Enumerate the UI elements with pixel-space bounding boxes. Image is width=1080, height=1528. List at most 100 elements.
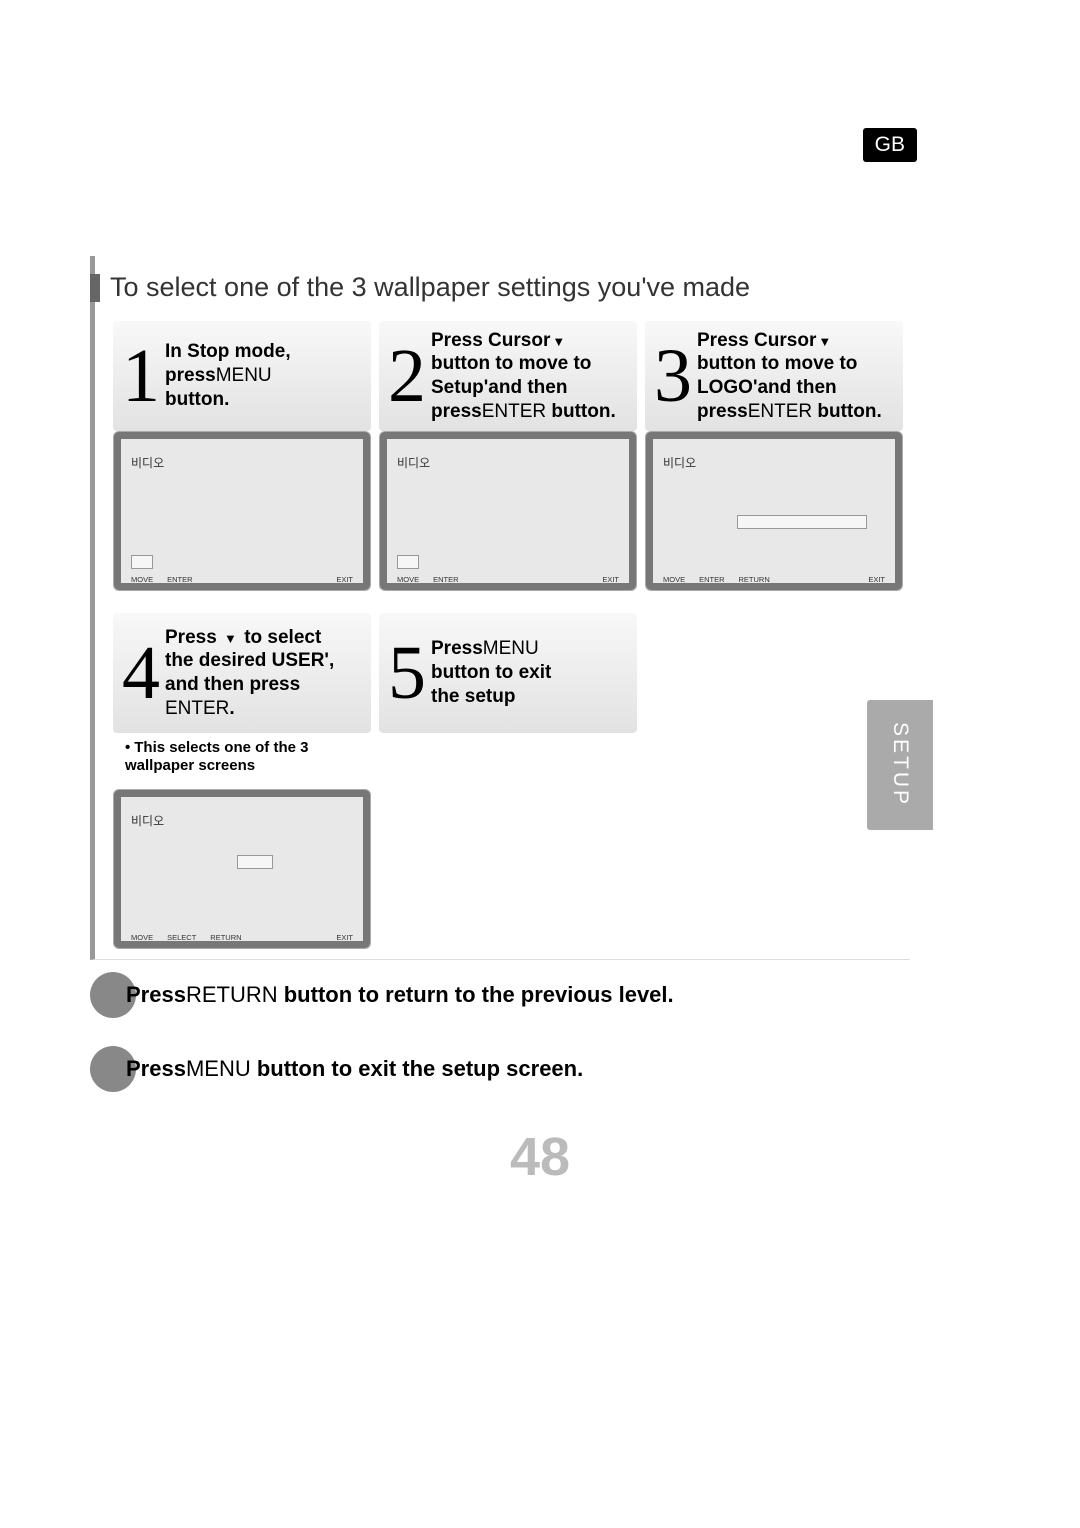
- screen-foot-label: EXIT: [336, 933, 353, 942]
- screen-foot-label: EXIT: [868, 575, 885, 584]
- step-line: press: [431, 401, 482, 422]
- step-line: MENU: [216, 365, 272, 386]
- section-title: To select one of the 3 wallpaper setting…: [110, 272, 750, 303]
- screen-ui-box: [131, 555, 153, 569]
- step-line: Setup'and then: [431, 377, 567, 398]
- step-3: 3 Press Cursor button to move to LOGO'an…: [645, 321, 903, 591]
- step-number: 1: [117, 338, 165, 414]
- screen-ui-box: [237, 855, 273, 869]
- steps-row-1: 1 In Stop mode, pressMENU button. 비디오 MO…: [95, 321, 910, 591]
- screen-footer: MOVE ENTER EXIT: [131, 571, 353, 584]
- step-line: Press Cursor: [697, 330, 816, 351]
- step-header: 3 Press Cursor button to move to LOGO'an…: [645, 321, 903, 431]
- step-5: 5 PressMENU button to exit the setup: [379, 613, 637, 733]
- step-line: the setup: [431, 686, 515, 707]
- screen-preview: 비디오 MOVE SELECT RETURN EXIT: [113, 789, 371, 949]
- step-line: MENU: [483, 638, 539, 659]
- screen-foot-label: RETURN: [739, 575, 770, 584]
- screen-foot-label: SELECT: [167, 933, 196, 942]
- down-arrow-icon: [816, 330, 833, 351]
- screen-footer: MOVE ENTER RETURN EXIT: [663, 571, 885, 584]
- step-header: 2 Press Cursor button to move to Setup'a…: [379, 321, 637, 431]
- side-tab-setup: SETUP: [867, 700, 933, 830]
- screen-foot-label: MOVE: [131, 933, 153, 942]
- footer-line: PressMENU button to exit the setup scree…: [90, 1046, 910, 1092]
- step-1: 1 In Stop mode, pressMENU button. 비디오 MO…: [113, 321, 371, 591]
- footer-instructions: PressRETURN button to return to the prev…: [90, 972, 910, 1120]
- step-line: ENTER: [482, 401, 546, 422]
- screen-preview: 비디오 MOVE ENTER EXIT: [379, 431, 637, 591]
- footer-word: Press: [126, 982, 186, 1007]
- page-number: 48: [0, 1126, 1080, 1188]
- step-4: 4 Press to select the desired USER', and…: [113, 613, 371, 949]
- step-text: In Stop mode, pressMENU button.: [165, 340, 291, 411]
- step-line: press: [697, 401, 748, 422]
- screen-foot-label: ENTER: [167, 575, 192, 584]
- step-line: the desired USER',: [165, 650, 334, 671]
- step-line: In Stop mode,: [165, 341, 291, 362]
- screen-foot-label: EXIT: [336, 575, 353, 584]
- down-arrow-icon: [550, 330, 567, 351]
- screen-korean-label: 비디오: [131, 454, 353, 471]
- section-title-row: To select one of the 3 wallpaper setting…: [90, 256, 910, 321]
- screen-foot-label: ENTER: [433, 575, 458, 584]
- step-line: press: [165, 365, 216, 386]
- footer-word: button to return to the previous level.: [278, 982, 674, 1007]
- step-2: 2 Press Cursor button to move to Setup'a…: [379, 321, 637, 591]
- step-line: .: [229, 698, 234, 719]
- step-text: Press to select the desired USER', and t…: [165, 626, 334, 721]
- step-line: button to move to: [431, 353, 591, 374]
- screen-foot-label: MOVE: [663, 575, 685, 584]
- step-number: 3: [649, 338, 697, 414]
- step-line: Press Cursor: [431, 330, 550, 351]
- step-number: 4: [117, 635, 165, 711]
- steps-row-2: 4 Press to select the desired USER', and…: [95, 613, 910, 949]
- screen-foot-label: MOVE: [131, 575, 153, 584]
- step-text: PressMENU button to exit the setup: [431, 637, 551, 708]
- language-badge: GB: [863, 128, 917, 162]
- footer-word: RETURN: [186, 982, 278, 1007]
- screen-foot-label: RETURN: [210, 933, 241, 942]
- footer-word: Press: [126, 1056, 186, 1081]
- step-line: Press: [165, 627, 222, 648]
- step-line: Press: [431, 638, 483, 659]
- step-number: 5: [383, 635, 431, 711]
- note-text: This selects one of the 3 wallpaper scre…: [125, 739, 308, 774]
- side-tab-label: SETUP: [888, 722, 912, 807]
- step-header: 5 PressMENU button to exit the setup: [379, 613, 637, 733]
- step-line: button to exit: [431, 662, 551, 683]
- step-line: LOGO'and then: [697, 377, 837, 398]
- step-line: button.: [812, 401, 882, 422]
- step-line: and then press: [165, 674, 300, 695]
- content-container: To select one of the 3 wallpaper setting…: [90, 256, 910, 960]
- screen-footer: MOVE SELECT RETURN EXIT: [131, 929, 353, 942]
- footer-word: button to exit the setup screen.: [251, 1056, 583, 1081]
- step-header: 1 In Stop mode, pressMENU button.: [113, 321, 371, 431]
- step-header: 4 Press to select the desired USER', and…: [113, 613, 371, 733]
- screen-ui-box: [397, 555, 419, 569]
- screen-ui-box: [737, 515, 867, 529]
- screen-foot-label: MOVE: [397, 575, 419, 584]
- step-text: Press Cursor button to move to Setup'and…: [431, 329, 616, 424]
- screen-korean-label: 비디오: [397, 454, 619, 471]
- step-line: button to move to: [697, 353, 857, 374]
- screen-preview: 비디오 MOVE ENTER EXIT: [113, 431, 371, 591]
- down-arrow-icon: [222, 627, 239, 648]
- footer-word: MENU: [186, 1056, 251, 1081]
- screen-foot-label: ENTER: [699, 575, 724, 584]
- step-line: ENTER: [748, 401, 812, 422]
- screen-footer: MOVE ENTER EXIT: [397, 571, 619, 584]
- step-line: ENTER: [165, 698, 229, 719]
- step-line: to select: [239, 627, 321, 648]
- footer-line: PressRETURN button to return to the prev…: [90, 972, 910, 1018]
- screen-korean-label: 비디오: [131, 812, 353, 829]
- step-number: 2: [383, 338, 431, 414]
- step-note: •This selects one of the 3 wallpaper scr…: [113, 733, 371, 783]
- step-text: Press Cursor button to move to LOGO'and …: [697, 329, 882, 424]
- screen-foot-label: EXIT: [602, 575, 619, 584]
- screen-preview: 비디오 MOVE ENTER RETURN EXIT: [645, 431, 903, 591]
- title-accent-bar: [90, 274, 100, 302]
- step-line: button.: [546, 401, 616, 422]
- step-line: button.: [165, 389, 229, 410]
- screen-korean-label: 비디오: [663, 454, 885, 471]
